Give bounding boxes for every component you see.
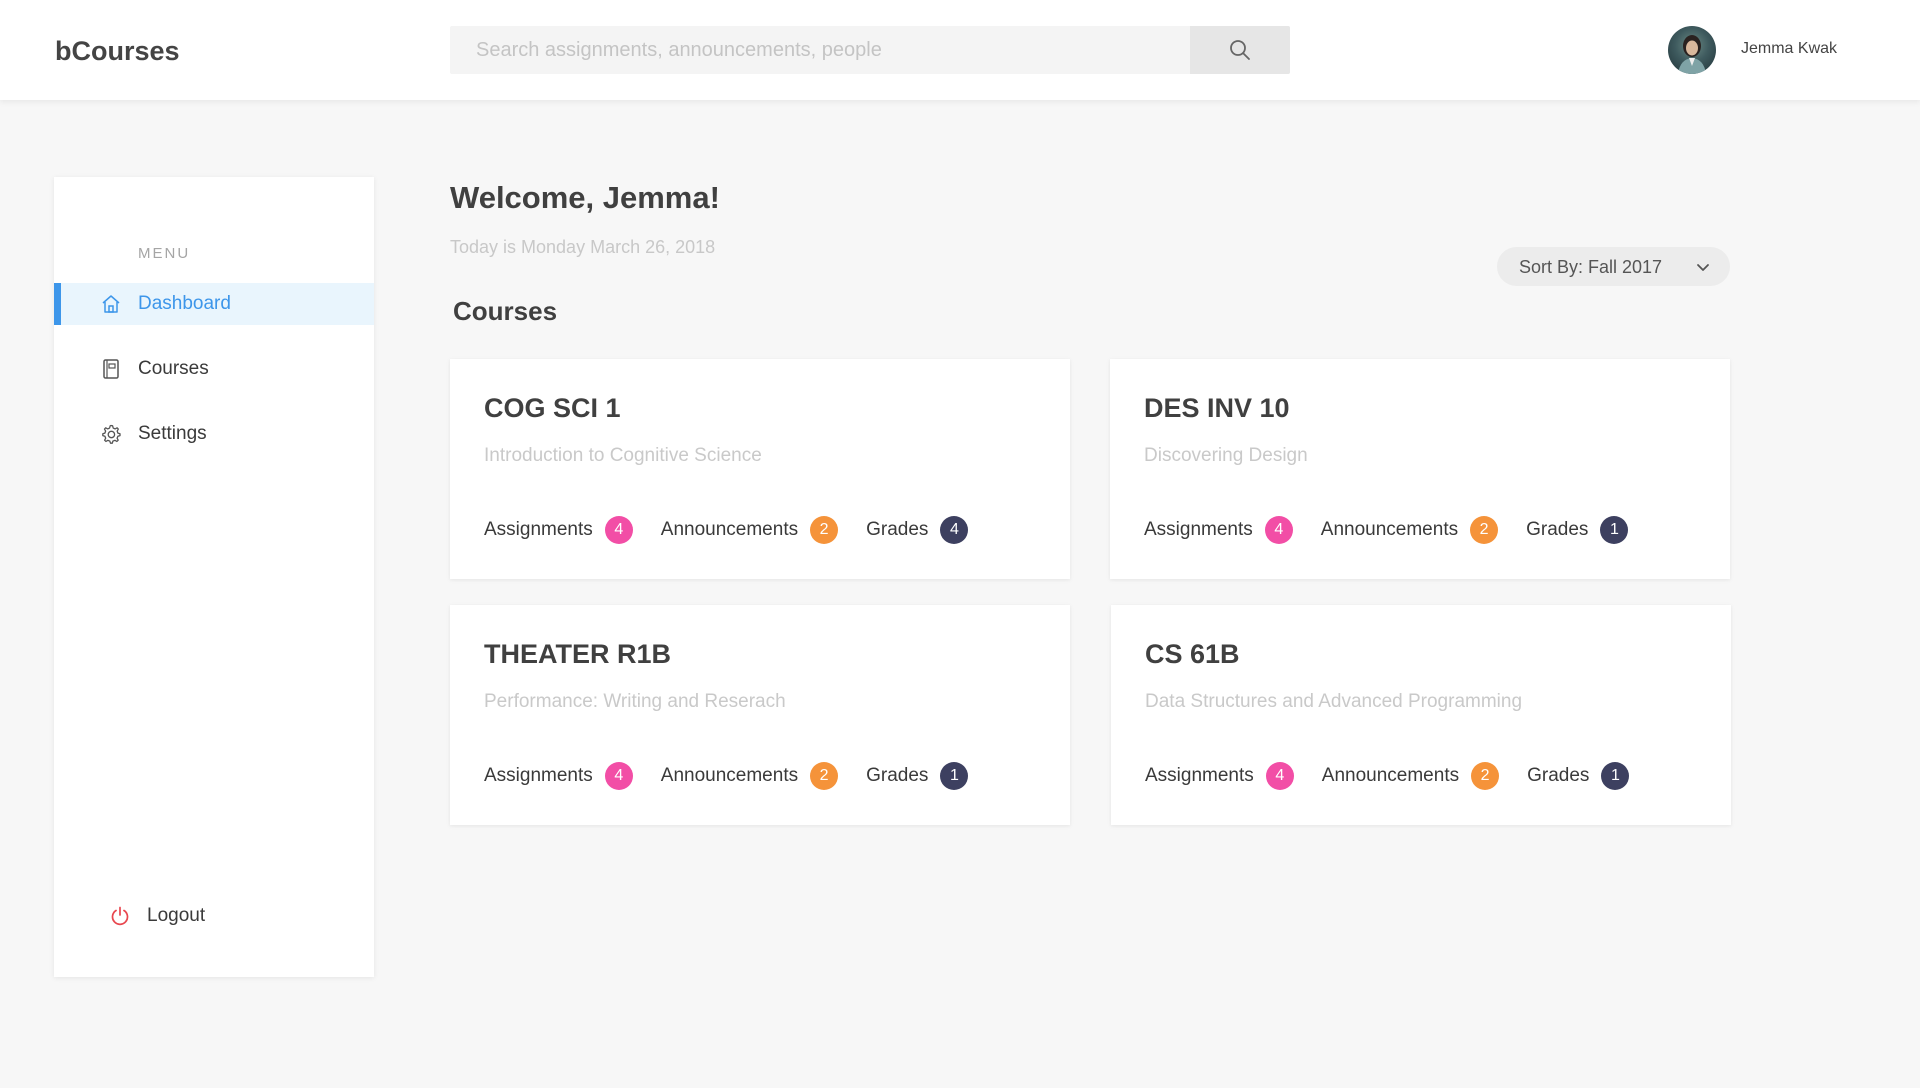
- sidebar-item-label: Courses: [138, 358, 209, 379]
- assignments-label: Assignments: [1144, 519, 1253, 540]
- announcements-count-badge: 2: [1471, 762, 1500, 790]
- course-title: Discovering Design: [1144, 445, 1308, 466]
- sidebar-item-label: Settings: [138, 423, 207, 444]
- assignments-count-badge: 4: [1264, 516, 1293, 544]
- grades-link[interactable]: Grades 1: [866, 762, 969, 790]
- course-stats: Assignments 4 Announcements 2 Grades 4: [484, 515, 996, 545]
- assignments-label: Assignments: [1145, 765, 1254, 786]
- sidebar-item-settings[interactable]: Settings: [54, 413, 374, 455]
- announcements-label: Announcements: [660, 765, 799, 786]
- announcements-link[interactable]: Announcements 2: [1320, 516, 1499, 544]
- grades-count-badge: 1: [1601, 762, 1630, 790]
- grades-link[interactable]: Grades 1: [1527, 762, 1630, 790]
- grades-label: Grades: [866, 765, 929, 786]
- search-icon: [1230, 40, 1250, 60]
- announcements-link[interactable]: Announcements 2: [1321, 762, 1500, 790]
- grades-label: Grades: [1526, 519, 1589, 540]
- assignments-link[interactable]: Assignments 4: [484, 516, 633, 544]
- course-code: THEATER R1B: [484, 639, 672, 669]
- course-title: Performance: Writing and Reserach: [484, 691, 786, 712]
- book-icon: [103, 359, 119, 379]
- logout-button[interactable]: Logout: [54, 895, 374, 937]
- menu-heading: MENU: [138, 245, 191, 262]
- grades-count-badge: 4: [940, 516, 969, 544]
- course-code: CS 61B: [1145, 639, 1240, 669]
- sidebar-item-label: Dashboard: [138, 293, 231, 314]
- top-header: bCourses Jemma Kwak: [0, 0, 1920, 100]
- course-card[interactable]: CS 61B Data Structures and Advanced Prog…: [1111, 605, 1731, 825]
- power-icon: [111, 906, 129, 926]
- grades-count-badge: 1: [940, 762, 969, 790]
- course-card[interactable]: THEATER R1B Performance: Writing and Res…: [450, 605, 1070, 825]
- announcements-count-badge: 2: [1470, 516, 1499, 544]
- logout-label: Logout: [147, 905, 206, 926]
- date-subtitle: Today is Monday March 26, 2018: [450, 237, 716, 257]
- course-stats: Assignments 4 Announcements 2 Grades 1: [1144, 515, 1656, 545]
- grades-label: Grades: [1527, 765, 1590, 786]
- assignments-link[interactable]: Assignments 4: [1144, 516, 1293, 544]
- course-stats: Assignments 4 Announcements 2 Grades 1: [484, 761, 996, 791]
- announcements-label: Announcements: [1320, 519, 1459, 540]
- announcements-label: Announcements: [1321, 765, 1460, 786]
- course-card[interactable]: COG SCI 1 Introduction to Cognitive Scie…: [450, 359, 1070, 579]
- sidebar: MENU Dashboard Courses Settings Logout: [54, 177, 374, 977]
- chevron-down-icon: [1697, 264, 1709, 271]
- sort-dropdown[interactable]: Sort By: Fall 2017: [1497, 247, 1730, 286]
- search-button[interactable]: [1190, 26, 1290, 74]
- grades-count-badge: 1: [1600, 516, 1629, 544]
- sort-label: Sort By: Fall 2017: [1519, 257, 1663, 277]
- assignments-count-badge: 4: [604, 762, 633, 790]
- assignments-label: Assignments: [484, 519, 593, 540]
- page-title: Welcome, Jemma!: [450, 180, 720, 215]
- announcements-label: Announcements: [660, 519, 799, 540]
- grades-label: Grades: [866, 519, 929, 540]
- grades-link[interactable]: Grades 4: [866, 516, 969, 544]
- gear-icon: [102, 424, 121, 444]
- search-bar: [450, 26, 1290, 74]
- course-card[interactable]: DES INV 10 Discovering Design Assignment…: [1110, 359, 1730, 579]
- assignments-count-badge: 4: [1265, 762, 1294, 790]
- assignments-link[interactable]: Assignments 4: [484, 762, 633, 790]
- assignments-count-badge: 4: [604, 516, 633, 544]
- sidebar-item-dashboard[interactable]: Dashboard: [54, 283, 374, 325]
- announcements-link[interactable]: Announcements 2: [660, 516, 839, 544]
- course-code: COG SCI 1: [484, 393, 621, 423]
- announcements-count-badge: 2: [810, 762, 839, 790]
- assignments-link[interactable]: Assignments 4: [1145, 762, 1294, 790]
- announcements-count-badge: 2: [810, 516, 839, 544]
- course-code: DES INV 10: [1144, 393, 1290, 423]
- courses-heading: Courses: [453, 296, 558, 326]
- grades-link[interactable]: Grades 1: [1526, 516, 1629, 544]
- announcements-link[interactable]: Announcements 2: [660, 762, 839, 790]
- course-stats: Assignments 4 Announcements 2 Grades 1: [1145, 761, 1657, 791]
- avatar[interactable]: [1668, 26, 1716, 74]
- course-title: Introduction to Cognitive Science: [484, 445, 762, 466]
- course-title: Data Structures and Advanced Programming: [1145, 691, 1523, 712]
- search-input[interactable]: [450, 26, 1190, 74]
- avatar-photo: [1678, 35, 1706, 74]
- brand-logo[interactable]: bCourses: [55, 36, 180, 67]
- sidebar-item-courses[interactable]: Courses: [54, 348, 374, 390]
- home-icon: [102, 295, 120, 313]
- user-name[interactable]: Jemma Kwak: [1741, 40, 1837, 58]
- assignments-label: Assignments: [484, 765, 593, 786]
